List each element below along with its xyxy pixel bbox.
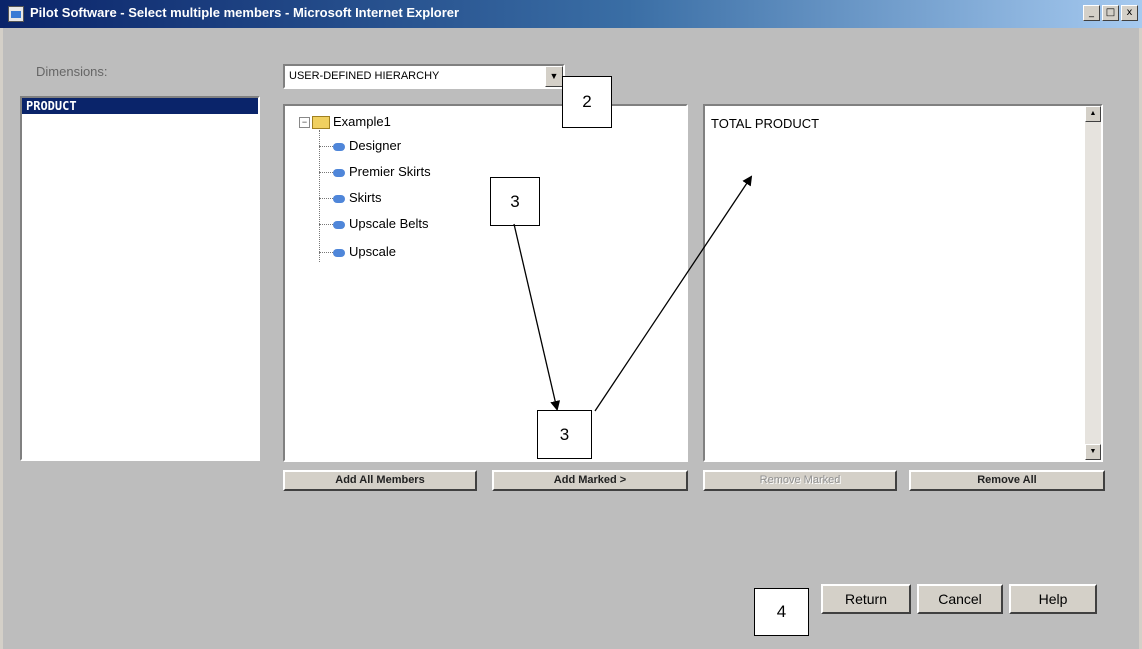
arrow-add-marked-to-selected [594,175,753,412]
annotation-arrows [513,175,753,412]
arrow-tree-to-add-marked [513,223,561,411]
